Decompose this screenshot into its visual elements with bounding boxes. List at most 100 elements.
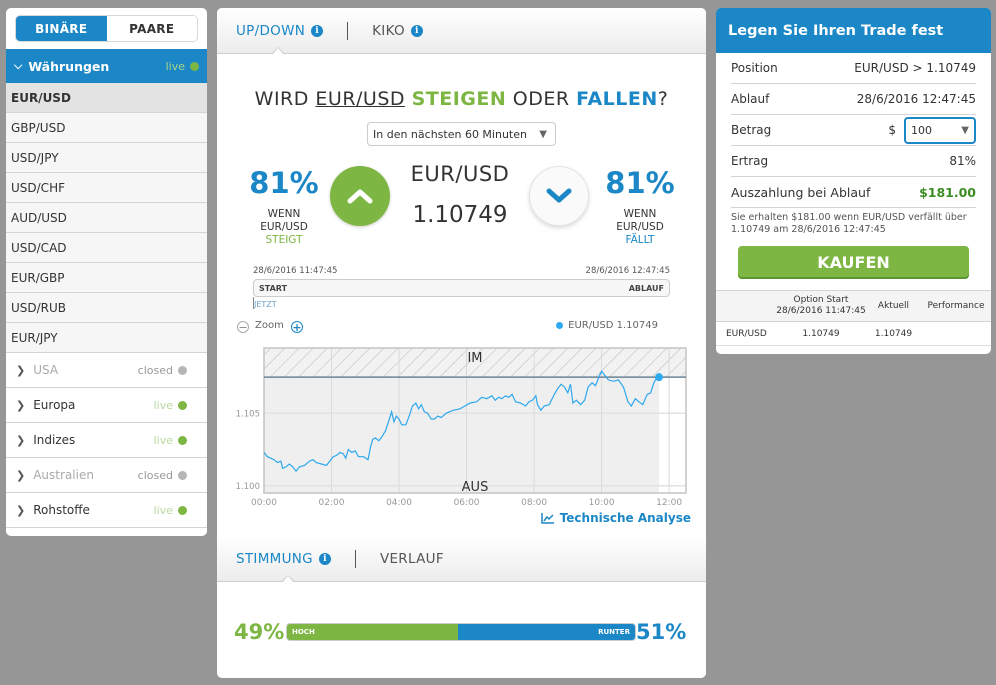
technical-analysis-link[interactable]: Technische Analyse: [540, 511, 691, 525]
category-item[interactable]: ❯ Australien closed: [6, 458, 207, 493]
live-dot-icon: [190, 61, 199, 71]
chevron-right-icon: ❯: [16, 363, 26, 377]
asset-symbol: EUR/USD: [410, 162, 510, 186]
pair-item[interactable]: USD/JPY: [6, 143, 207, 173]
chart-legend: EUR/USD 1.10749: [556, 320, 658, 331]
status-badge: closed: [138, 364, 187, 377]
price-chart[interactable]: 00:00 02:00 04:00 06:00 08:00 10:00 12:00 1.100…: [217, 345, 706, 505]
tab-divider: [347, 21, 349, 40]
sentiment-meter: 49% HOCH RUNTER 51%: [234, 620, 687, 644]
put-down-button[interactable]: [529, 166, 589, 226]
status-badge: live: [154, 434, 187, 447]
trading-panel: UP/DOWN i KIKO i WIRD EUR/USD STEIGEN ODER…: [217, 8, 706, 678]
in-zone-label: IM: [467, 351, 482, 366]
payout-row: Auszahlung bei Ablauf $181.00: [731, 177, 976, 208]
x-tick-label: 10:00: [589, 498, 615, 505]
chevron-down-icon: [546, 188, 572, 203]
category-label: Rohstoffe: [33, 503, 90, 517]
chevron-up-icon: [347, 189, 373, 204]
option-type-tabs: UP/DOWN i KIKO i: [217, 8, 706, 55]
x-tick-label: 00:00: [251, 498, 277, 505]
pair-item[interactable]: USD/RUB: [6, 293, 207, 323]
category-label: Australien: [33, 468, 94, 482]
down-sentiment-percent: 51%: [636, 620, 687, 644]
expiry-time: 28/6/2016 12:47:45: [585, 266, 670, 276]
category-list: ❯ USA closed ❯ Europa live ❯ Indizes live ❯ Austra…: [6, 353, 207, 528]
status-dot-icon: [178, 400, 187, 410]
up-payout-percent: 81%: [249, 166, 319, 200]
zoom-in-icon[interactable]: +: [291, 321, 303, 333]
x-tick-label: 02:00: [319, 498, 345, 505]
ticket-title: Legen Sie Ihren Trade fest: [716, 8, 991, 53]
expiry-row: Ablauf 28/6/2016 12:47:45: [731, 84, 976, 115]
timeline-dates: 28/6/2016 11:47:45 28/6/2016 12:47:45: [253, 266, 670, 276]
chevron-right-icon: ❯: [16, 433, 26, 447]
chevron-right-icon: ❯: [16, 398, 26, 412]
pair-item[interactable]: EUR/GBP: [6, 263, 207, 293]
status-dot-icon: [178, 435, 187, 445]
category-item[interactable]: ❯ Indizes live: [6, 423, 207, 458]
current-price: 1.10749: [412, 202, 508, 228]
info-icon[interactable]: i: [311, 24, 324, 37]
now-marker: JETZT: [253, 297, 283, 309]
tab-updown[interactable]: UP/DOWN i: [236, 23, 324, 39]
status-dot-icon: [178, 505, 187, 515]
call-up-button[interactable]: [330, 166, 390, 226]
chart-line-icon: [540, 513, 554, 524]
trade-ticket: Legen Sie Ihren Trade fest Position EUR/U…: [716, 8, 991, 354]
expiry-select[interactable]: In den nächsten 60 Minuten ▼: [367, 122, 556, 146]
info-tabs: STIMMUNG i VERLAUF: [217, 536, 706, 583]
sentiment-down-fill: RUNTER: [457, 624, 635, 640]
pair-item[interactable]: USD/CAD: [6, 233, 207, 263]
tab-binaere[interactable]: BINÄRE: [16, 16, 107, 41]
pair-item[interactable]: AUD/USD: [6, 203, 207, 233]
down-payout-percent: 81%: [605, 166, 675, 200]
amount-select[interactable]: 100 ▼: [904, 116, 976, 144]
sentiment-up-fill: HOCH: [287, 624, 458, 640]
chevron-right-icon: ❯: [16, 468, 26, 482]
position-row: Position EUR/USD > 1.10749: [731, 53, 976, 84]
tab-divider: [354, 549, 356, 568]
payout-note: Sie erhalten $181.00 wenn EUR/USD verfäl…: [731, 212, 967, 235]
buy-button[interactable]: KAUFEN: [738, 246, 969, 279]
tab-verlauf[interactable]: VERLAUF: [380, 551, 444, 567]
info-icon[interactable]: i: [410, 24, 423, 37]
category-item[interactable]: ❯ Europa live: [6, 388, 207, 423]
y-tick-label: 1.105: [236, 409, 260, 419]
tab-stimmung[interactable]: STIMMUNG i: [236, 551, 331, 567]
start-time: 28/6/2016 11:47:45: [253, 266, 338, 276]
status-badge: live: [154, 399, 187, 412]
category-label: Währungen: [28, 58, 110, 74]
current-price-point: [654, 373, 663, 382]
y-tick-label: 1.100: [236, 482, 260, 492]
active-tab-notch: [271, 46, 285, 55]
amount-row: Betrag $ 100 ▼: [731, 115, 976, 146]
tab-paare[interactable]: PAARE: [106, 16, 197, 41]
chevron-right-icon: ❯: [16, 503, 26, 517]
pair-item[interactable]: EUR/JPY: [6, 323, 207, 353]
category-item[interactable]: ❯ Rohstoffe live: [6, 493, 207, 528]
x-tick-label: 08:00: [521, 498, 547, 505]
active-tab-notch: [281, 574, 295, 583]
x-tick-label: 06:00: [454, 498, 480, 505]
pair-item[interactable]: USD/CHF: [6, 173, 207, 203]
chart-toolbar: − Zoom + EUR/USD 1.10749: [217, 319, 706, 337]
up-condition: WENN EUR/USD STEIGT: [260, 208, 308, 246]
option-table: Option Start 28/6/2016 11:47:45 Aktuell P…: [716, 290, 991, 346]
pair-item[interactable]: EUR/USD: [6, 83, 207, 113]
tab-kiko[interactable]: KIKO i: [372, 23, 423, 39]
pair-item[interactable]: GBP/USD: [6, 113, 207, 143]
status-badge: live: [166, 60, 199, 73]
zoom-label: Zoom: [255, 320, 284, 331]
chevron-down-icon: ▼: [539, 128, 547, 140]
zoom-out-icon[interactable]: −: [237, 321, 249, 333]
out-zone: [264, 377, 659, 493]
info-icon[interactable]: i: [318, 552, 331, 565]
category-item[interactable]: ❯ USA closed: [6, 353, 207, 388]
chevron-down-icon: ⌵: [14, 59, 23, 72]
category-label: Indizes: [33, 433, 76, 447]
trade-direction: 81% WENN EUR/USD STEIGT EUR/USD 1.10749 …: [217, 162, 706, 266]
x-tick-label: 04:00: [386, 498, 412, 505]
category-waehrungen[interactable]: ⌵ Währungen live: [6, 49, 207, 83]
question-asset: EUR/USD: [315, 88, 406, 110]
